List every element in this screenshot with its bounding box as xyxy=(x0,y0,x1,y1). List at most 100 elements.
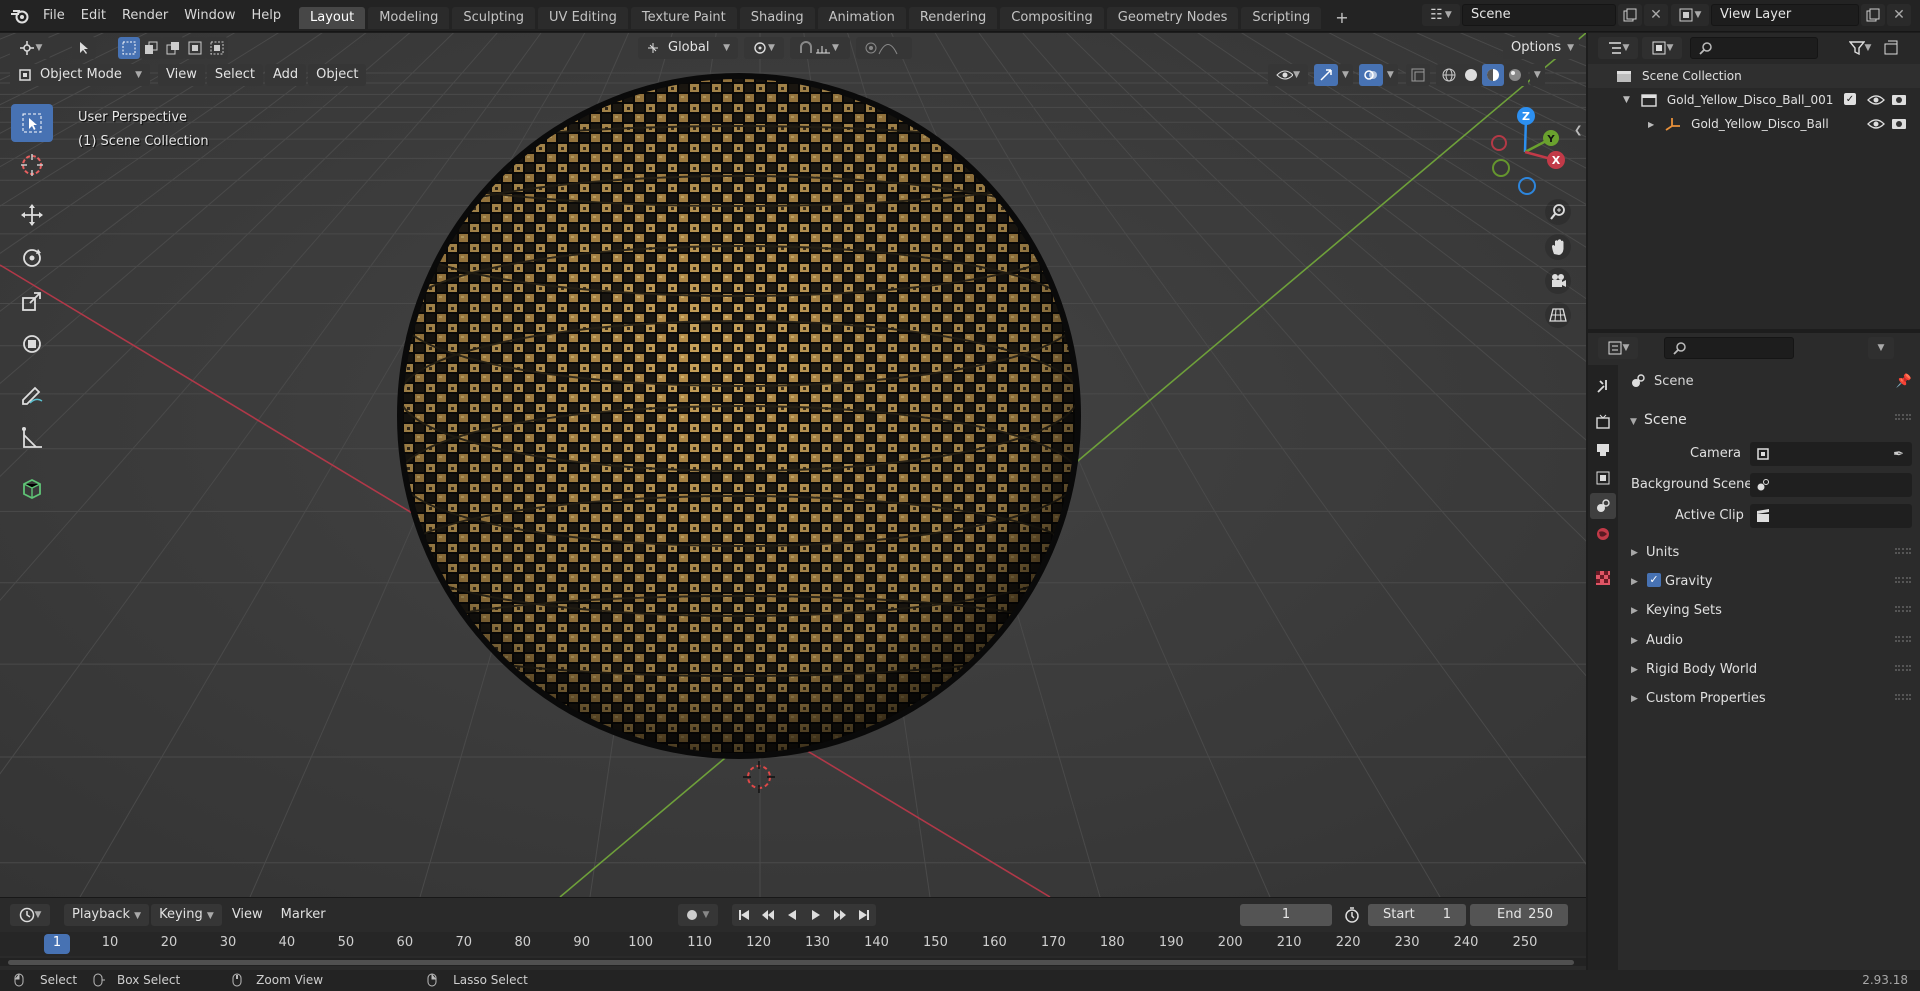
tool-transform[interactable] xyxy=(11,325,53,363)
properties-editor-type-button[interactable]: ▼ xyxy=(1598,337,1638,359)
display-mode-dropdown[interactable]: ▼ xyxy=(1642,37,1682,59)
gizmo-dropdown-chevron-icon[interactable]: ▼ xyxy=(1338,64,1353,86)
outliner-row-scene-collection[interactable]: Scene Collection xyxy=(1588,64,1920,88)
scene-panel-title[interactable]: Scene xyxy=(1644,412,1687,428)
menu-render[interactable]: Render xyxy=(114,0,176,32)
tab-render-icon[interactable] xyxy=(1590,409,1616,435)
tab-compositing[interactable]: Compositing xyxy=(1000,7,1104,29)
gravity-panel-expand-icon[interactable]: ▶ xyxy=(1631,577,1638,587)
tool-rotate[interactable] xyxy=(11,239,53,277)
tool-measure[interactable] xyxy=(11,419,53,457)
keying-sets-panel-title[interactable]: Keying Sets xyxy=(1646,603,1722,618)
collection-visibility-eye-icon[interactable] xyxy=(1867,93,1885,107)
timeline-menu-playback[interactable]: Playback ▼ xyxy=(64,904,150,926)
xray-toggle-icon[interactable] xyxy=(1405,64,1430,86)
gizmo-toggle-icon[interactable] xyxy=(1314,64,1338,86)
blender-logo-icon[interactable] xyxy=(10,0,30,32)
tab-texture-paint[interactable]: Texture Paint xyxy=(630,7,737,29)
tab-geometry-nodes[interactable]: Geometry Nodes xyxy=(1106,7,1239,29)
jump-to-keyframe-forward-icon[interactable] xyxy=(828,904,852,926)
collection-render-camera-icon[interactable] xyxy=(1891,92,1907,106)
timeline-menu-marker[interactable]: Marker xyxy=(273,904,334,926)
filter-dropdown[interactable]: ▼ xyxy=(1840,37,1880,59)
navigation-gizmo[interactable]: Z Y X xyxy=(1480,105,1570,195)
rigid-body-world-panel-expand-icon[interactable]: ▶ xyxy=(1631,665,1638,675)
tool-move[interactable] xyxy=(11,196,53,234)
expand-object-chevron-icon[interactable]: ▶ xyxy=(1648,120,1654,129)
tab-scripting[interactable]: Scripting xyxy=(1241,7,1322,29)
shading-rendered-icon[interactable] xyxy=(1504,64,1526,86)
current-frame-field[interactable]: 1 xyxy=(1240,904,1332,926)
tool-annotate[interactable] xyxy=(11,376,53,414)
delete-view-layer-icon[interactable]: ✕ xyxy=(1887,4,1911,26)
timeline-editor-type-button[interactable]: ▼ xyxy=(10,904,50,926)
menu-help[interactable]: Help xyxy=(244,0,290,32)
camera-field[interactable]: ✒ xyxy=(1750,442,1912,466)
outliner-editor-type-button[interactable]: ▼ xyxy=(1598,37,1638,59)
start-frame-field[interactable]: Start 1 xyxy=(1368,904,1466,926)
pin-icon[interactable]: 📌 xyxy=(1896,374,1912,389)
scene-panel-collapse-icon[interactable]: ▼ xyxy=(1630,417,1637,427)
new-view-layer-icon[interactable] xyxy=(1861,4,1885,26)
select-mode-tweak-icon[interactable] xyxy=(72,37,96,59)
active-clip-field[interactable] xyxy=(1750,504,1912,528)
audio-panel-title[interactable]: Audio xyxy=(1646,633,1683,648)
gravity-panel-drag-handle[interactable] xyxy=(1895,577,1911,583)
object-visibility-eye-icon[interactable] xyxy=(1867,117,1885,131)
audio-panel-expand-icon[interactable]: ▶ xyxy=(1631,636,1638,646)
keying-sets-panel-drag-handle[interactable] xyxy=(1895,606,1911,612)
jump-to-keyframe-back-icon[interactable] xyxy=(756,904,780,926)
tab-modeling[interactable]: Modeling xyxy=(368,7,450,29)
tool-scale[interactable] xyxy=(11,282,53,320)
tab-view-layer-icon[interactable] xyxy=(1590,465,1616,491)
transform-orientation-dropdown[interactable]: Global ▼ xyxy=(638,37,738,59)
background-scene-field[interactable] xyxy=(1750,473,1912,497)
scene-panel-drag-handle[interactable] xyxy=(1895,414,1911,420)
camera-view-icon[interactable] xyxy=(1545,268,1571,294)
object-visibility-dropdown[interactable]: ▼ xyxy=(1268,64,1308,86)
end-frame-field[interactable]: End 250 xyxy=(1470,904,1568,926)
exclude-checkbox-icon[interactable]: ✓ xyxy=(1844,93,1856,105)
object-mode-dropdown[interactable]: Object Mode ▼ xyxy=(10,64,150,86)
outliner-row-object[interactable]: ▶ Gold_Yellow_Disco_Ball xyxy=(1588,112,1920,136)
proportional-editing-controls[interactable] xyxy=(856,37,912,59)
tab-scene-icon[interactable] xyxy=(1590,493,1616,519)
new-collection-icon[interactable] xyxy=(1880,37,1902,59)
3d-viewport[interactable]: ▼ Global ▼ ▼ ▼ Options ▼ Object Mode ▼ V… xyxy=(0,33,1586,897)
shading-dropdown-chevron-icon[interactable]: ▼ xyxy=(1529,64,1545,86)
units-panel-expand-icon[interactable]: ▶ xyxy=(1631,548,1638,558)
selection-intersect-icon[interactable] xyxy=(206,37,228,59)
tab-rendering[interactable]: Rendering xyxy=(908,7,998,29)
keying-sets-panel-expand-icon[interactable]: ▶ xyxy=(1631,606,1638,616)
tab-sculpting[interactable]: Sculpting xyxy=(452,7,536,29)
properties-search-input[interactable] xyxy=(1664,337,1794,359)
selection-invert-icon[interactable] xyxy=(184,37,206,59)
tab-animation[interactable]: Animation xyxy=(817,7,906,29)
selection-subtract-icon[interactable] xyxy=(162,37,184,59)
outliner-row-collection[interactable]: ▼ Gold_Yellow_Disco_Ball_001 ✓ xyxy=(1588,88,1920,112)
tool-add-cube[interactable] xyxy=(11,469,53,507)
menu-window[interactable]: Window xyxy=(176,0,243,32)
expand-collection-chevron-icon[interactable]: ▼ xyxy=(1623,95,1630,105)
viewport-menu-select[interactable]: Select xyxy=(206,64,263,86)
editor-type-button[interactable]: ▼ xyxy=(10,37,50,59)
selection-extend-icon[interactable] xyxy=(140,37,162,59)
timeline-menu-view[interactable]: View xyxy=(224,904,271,926)
custom-properties-panel-expand-icon[interactable]: ▶ xyxy=(1631,694,1638,704)
shading-solid-icon[interactable] xyxy=(1460,64,1482,86)
jump-to-start-icon[interactable] xyxy=(732,904,756,926)
sidebar-collapse-chevron-icon[interactable]: ❮ xyxy=(1574,125,1582,136)
rigid-body-world-panel-drag-handle[interactable] xyxy=(1895,665,1911,671)
timeline-menu-keying[interactable]: Keying ▼ xyxy=(151,904,222,926)
tab-output-icon[interactable] xyxy=(1590,437,1616,463)
overlays-toggle-icon[interactable] xyxy=(1358,64,1383,86)
custom-properties-panel-title[interactable]: Custom Properties xyxy=(1646,691,1766,706)
viewport-menu-add[interactable]: Add xyxy=(264,64,307,86)
tab-layout[interactable]: Layout xyxy=(299,7,366,29)
tab-texture-icon[interactable] xyxy=(1590,565,1616,591)
zoom-view-icon[interactable] xyxy=(1545,199,1571,225)
eyedropper-icon[interactable]: ✒ xyxy=(1893,447,1904,462)
tab-tool-icon[interactable] xyxy=(1590,373,1616,399)
auto-keying-toggle[interactable]: ▼ xyxy=(678,904,718,926)
menu-file[interactable]: File xyxy=(35,0,73,32)
